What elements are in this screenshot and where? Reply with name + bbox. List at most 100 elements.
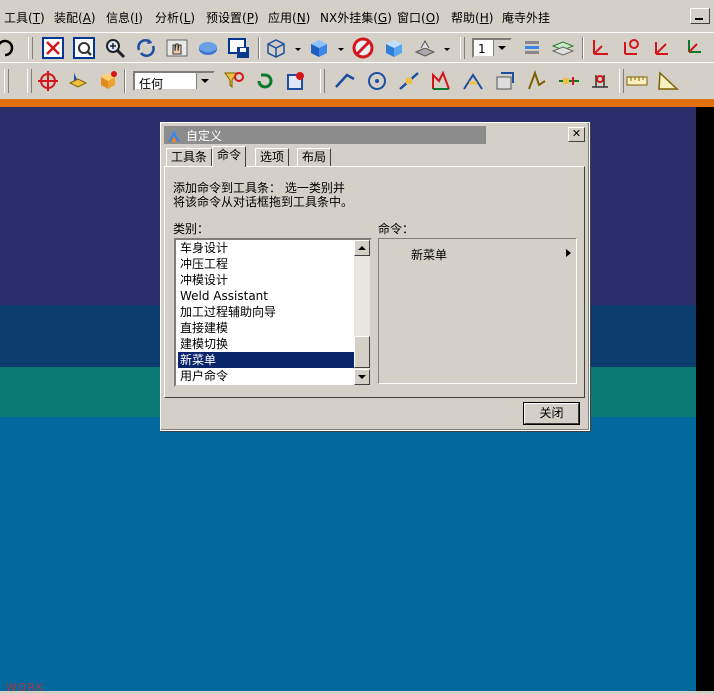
list-item[interactable]: 冲压工程 <box>178 256 356 272</box>
customize-dialog: 自定义 ✕ 工具条 命令 选项 布局 添加命令到工具条： 选一类别并 将该命令从… <box>160 122 590 431</box>
viewport-border <box>0 99 714 107</box>
menu-assembly[interactable]: 装配(A) <box>54 9 96 26</box>
list-item[interactable]: 建模切换 <box>178 336 356 352</box>
command-label: 命令： <box>378 222 415 236</box>
wireframe-cube-icon[interactable] <box>264 36 288 60</box>
toolbar-grip[interactable] <box>27 69 32 93</box>
move-to-layer-icon[interactable] <box>551 36 575 60</box>
shaded-view-icon[interactable] <box>196 36 220 60</box>
toolbar-grip[interactable] <box>320 69 325 93</box>
scroll-up-icon[interactable] <box>354 240 370 256</box>
menu-info[interactable]: 信息(I) <box>106 9 143 26</box>
list-item-selected[interactable]: 新菜单 <box>178 352 356 368</box>
scroll-down-icon[interactable] <box>354 369 370 385</box>
tab-commands[interactable]: 命令 <box>212 146 247 167</box>
snap-existing-point-icon[interactable] <box>493 69 517 93</box>
dropdown-arrow-icon[interactable] <box>295 48 301 51</box>
snap-endpoint-icon[interactable] <box>333 69 357 93</box>
work-label: WORK <box>6 681 45 694</box>
chevron-down-icon[interactable] <box>493 40 510 56</box>
dialog-title: 自定义 <box>186 129 223 143</box>
commands-list: 新菜单 <box>378 238 577 384</box>
work-layer-combo[interactable]: 1 <box>472 38 512 58</box>
list-item[interactable]: 加工过程辅助向导 <box>178 304 356 320</box>
snap-control-point-icon[interactable] <box>557 69 581 93</box>
menu-window[interactable]: 窗口(O) <box>397 9 440 26</box>
toolbar-grip[interactable] <box>619 69 624 93</box>
save-view-icon[interactable] <box>227 36 251 60</box>
wcs-dynamic-icon[interactable] <box>681 36 705 60</box>
snap-arc-center-icon[interactable] <box>365 69 389 93</box>
toolbar-grip[interactable] <box>28 37 33 59</box>
menu-analysis[interactable]: 分析(L) <box>155 9 195 26</box>
show-cube-icon[interactable] <box>382 36 406 60</box>
list-item[interactable]: 冲模设计 <box>178 272 356 288</box>
toolbar-grip[interactable] <box>460 37 465 59</box>
select-assembly-icon[interactable] <box>66 69 90 93</box>
wcs-origin-icon[interactable] <box>588 36 612 60</box>
tab-layout[interactable]: 布局 <box>297 148 332 166</box>
measure-angle-icon[interactable] <box>656 69 680 93</box>
chevron-down-icon[interactable] <box>196 73 213 89</box>
list-item[interactable]: 用户命令 <box>178 368 356 384</box>
snap-point-constructor-icon[interactable] <box>588 69 612 93</box>
menu-tools[interactable]: 工具(T) <box>4 9 45 26</box>
hide-icon[interactable] <box>351 36 375 60</box>
filter-icon[interactable] <box>222 69 246 93</box>
menu-nx-plugins[interactable]: NX外挂集(G) <box>320 9 392 26</box>
toolbar-separator <box>124 69 126 93</box>
list-item[interactable]: 直接建模 <box>178 320 356 336</box>
list-item[interactable]: 车身设计 <box>178 240 356 256</box>
menu-bar: 工具(T) 装配(A) 信息(I) 分析(L) 预设置(P) 应用(N) NX外… <box>0 0 714 32</box>
snap-intersection-icon[interactable] <box>461 69 485 93</box>
type-filter-combo[interactable]: 任何 <box>133 71 215 91</box>
viewport-right-edge <box>696 107 714 691</box>
tab-options[interactable]: 选项 <box>255 148 290 166</box>
category-listbox[interactable]: 车身设计 冲压工程 冲模设计 Weld Assistant 加工过程辅助向导 直… <box>174 238 372 387</box>
nx-logo-icon <box>166 128 182 144</box>
wcs-orient-icon[interactable] <box>650 36 674 60</box>
close-icon: ✕ <box>571 127 582 140</box>
category-scrollbar[interactable] <box>354 240 370 385</box>
pan-icon[interactable] <box>165 36 189 60</box>
list-item[interactable]: Weld Assistant <box>178 288 356 304</box>
submenu-arrow-icon <box>566 249 571 257</box>
layer-settings-icon[interactable] <box>520 36 544 60</box>
fit-view-icon[interactable] <box>41 36 65 60</box>
layer-icon[interactable] <box>413 36 437 60</box>
menu-ansi-plugin[interactable]: 庵寺外挂 <box>502 9 550 26</box>
dropdown-arrow-icon[interactable] <box>444 48 450 51</box>
zoom-window-icon[interactable] <box>72 36 96 60</box>
toolbar-grip[interactable] <box>4 69 9 93</box>
dialog-close-x-button[interactable]: ✕ <box>568 127 585 142</box>
undo-icon[interactable] <box>0 36 18 60</box>
reset-filter-icon[interactable] <box>253 69 277 93</box>
category-label: 类别： <box>173 222 210 236</box>
close-button[interactable]: 关闭 <box>524 403 579 424</box>
command-item-new-menu[interactable]: 新菜单 <box>411 246 447 263</box>
snap-quadrant-icon[interactable] <box>429 69 453 93</box>
snap-on-curve-icon[interactable] <box>525 69 549 93</box>
shaded-cube-icon[interactable] <box>307 36 331 60</box>
viewport-background-band <box>0 417 696 691</box>
menu-preferences[interactable]: 预设置(P) <box>206 9 259 26</box>
window-minimize-button[interactable] <box>690 8 710 24</box>
menu-help[interactable]: 帮助(H) <box>451 9 493 26</box>
crosshair-icon[interactable] <box>36 69 60 93</box>
wcs-rotate-icon[interactable] <box>619 36 643 60</box>
menu-application[interactable]: 应用(N) <box>268 9 310 26</box>
tab-toolbars[interactable]: 工具条 <box>166 148 213 166</box>
instruction-text-line2: 将该命令从对话框拖到工具条中。 <box>173 195 354 209</box>
zoom-icon[interactable] <box>103 36 127 60</box>
select-solid-icon[interactable] <box>96 69 120 93</box>
measure-distance-icon[interactable] <box>625 69 649 93</box>
toolbar-separator <box>582 37 584 59</box>
toolbar-separator <box>258 37 260 59</box>
selection-toolbar: 任何 <box>0 62 714 100</box>
standard-toolbar: 1 <box>0 32 714 63</box>
rotate-icon[interactable] <box>134 36 158 60</box>
select-body-icon[interactable] <box>284 69 308 93</box>
scroll-thumb[interactable] <box>354 336 370 368</box>
dropdown-arrow-icon[interactable] <box>338 48 344 51</box>
snap-midpoint-icon[interactable] <box>397 69 421 93</box>
